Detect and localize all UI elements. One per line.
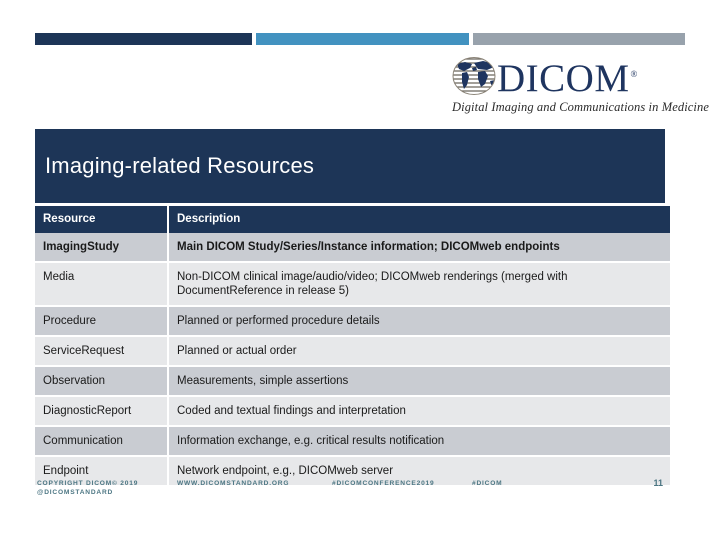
dicom-logo: DICOM® Digital Imaging and Communication…	[452, 54, 710, 116]
cell-description: Coded and textual findings and interpret…	[167, 396, 670, 427]
footer-hashtag-brand: #DICOM	[472, 480, 503, 487]
table-row: Media Non-DICOM clinical image/audio/vid…	[35, 262, 670, 307]
footer-copyright-block: COPYRIGHT DICOM© 2019 @DICOMSTANDARD	[37, 479, 177, 497]
cell-resource: ImagingStudy	[35, 233, 168, 263]
cell-resource: Communication	[35, 426, 168, 457]
logo-wordmark-text: DICOM	[497, 56, 630, 100]
table-row: Procedure Planned or performed procedure…	[35, 306, 670, 337]
table-row: Communication Information exchange, e.g.…	[35, 426, 670, 457]
table-row: DiagnosticReport Coded and textual findi…	[35, 396, 670, 427]
table-row: ImagingStudy Main DICOM Study/Series/Ins…	[35, 233, 670, 263]
cell-resource: DiagnosticReport	[35, 396, 168, 427]
table-row: ServiceRequest Planned or actual order	[35, 336, 670, 367]
table-row: Observation Measurements, simple asserti…	[35, 366, 670, 397]
resources-table: Resource Description ImagingStudy Main D…	[35, 206, 670, 487]
slide-footer: COPYRIGHT DICOM© 2019 @DICOMSTANDARD WWW…	[37, 479, 685, 497]
footer-handle: @DICOMSTANDARD	[37, 489, 114, 496]
accent-bar-gray	[473, 33, 685, 45]
cell-description: Main DICOM Study/Series/Instance informa…	[167, 233, 670, 263]
cell-description: Measurements, simple assertions	[167, 366, 670, 397]
page-number: 11	[653, 478, 663, 488]
accent-bar-blue	[256, 33, 469, 45]
footer-copyright: COPYRIGHT DICOM© 2019	[37, 480, 139, 487]
footer-hashtag-conference: #DICOMCONFERENCE2019	[332, 480, 435, 487]
cell-description: Non-DICOM clinical image/audio/video; DI…	[167, 262, 670, 307]
cell-resource: Observation	[35, 366, 168, 397]
cell-description: Information exchange, e.g. critical resu…	[167, 426, 670, 457]
logo-tagline: Digital Imaging and Communications in Me…	[452, 100, 710, 114]
logo-row: DICOM®	[452, 54, 667, 98]
accent-bar-navy	[35, 33, 252, 45]
cell-resource: Procedure	[35, 306, 168, 337]
column-header-description: Description	[167, 206, 670, 233]
slide-title-banner: Imaging-related Resources	[35, 129, 665, 203]
cell-description: Planned or performed procedure details	[167, 306, 670, 337]
logo-wordmark: DICOM®	[497, 54, 638, 99]
registered-trademark-icon: ®	[630, 68, 638, 79]
cell-resource: ServiceRequest	[35, 336, 168, 367]
header-accent-bars	[35, 33, 685, 45]
footer-line: COPYRIGHT DICOM© 2019 @DICOMSTANDARD WWW…	[37, 479, 685, 497]
cell-resource: Media	[35, 262, 168, 307]
dicom-globe-icon	[452, 57, 496, 95]
column-header-resource: Resource	[35, 206, 168, 233]
table-header-row: Resource Description	[35, 206, 670, 233]
cell-description: Planned or actual order	[167, 336, 670, 367]
page-title: Imaging-related Resources	[45, 153, 315, 178]
footer-website[interactable]: WWW.DICOMSTANDARD.ORG	[177, 479, 332, 488]
